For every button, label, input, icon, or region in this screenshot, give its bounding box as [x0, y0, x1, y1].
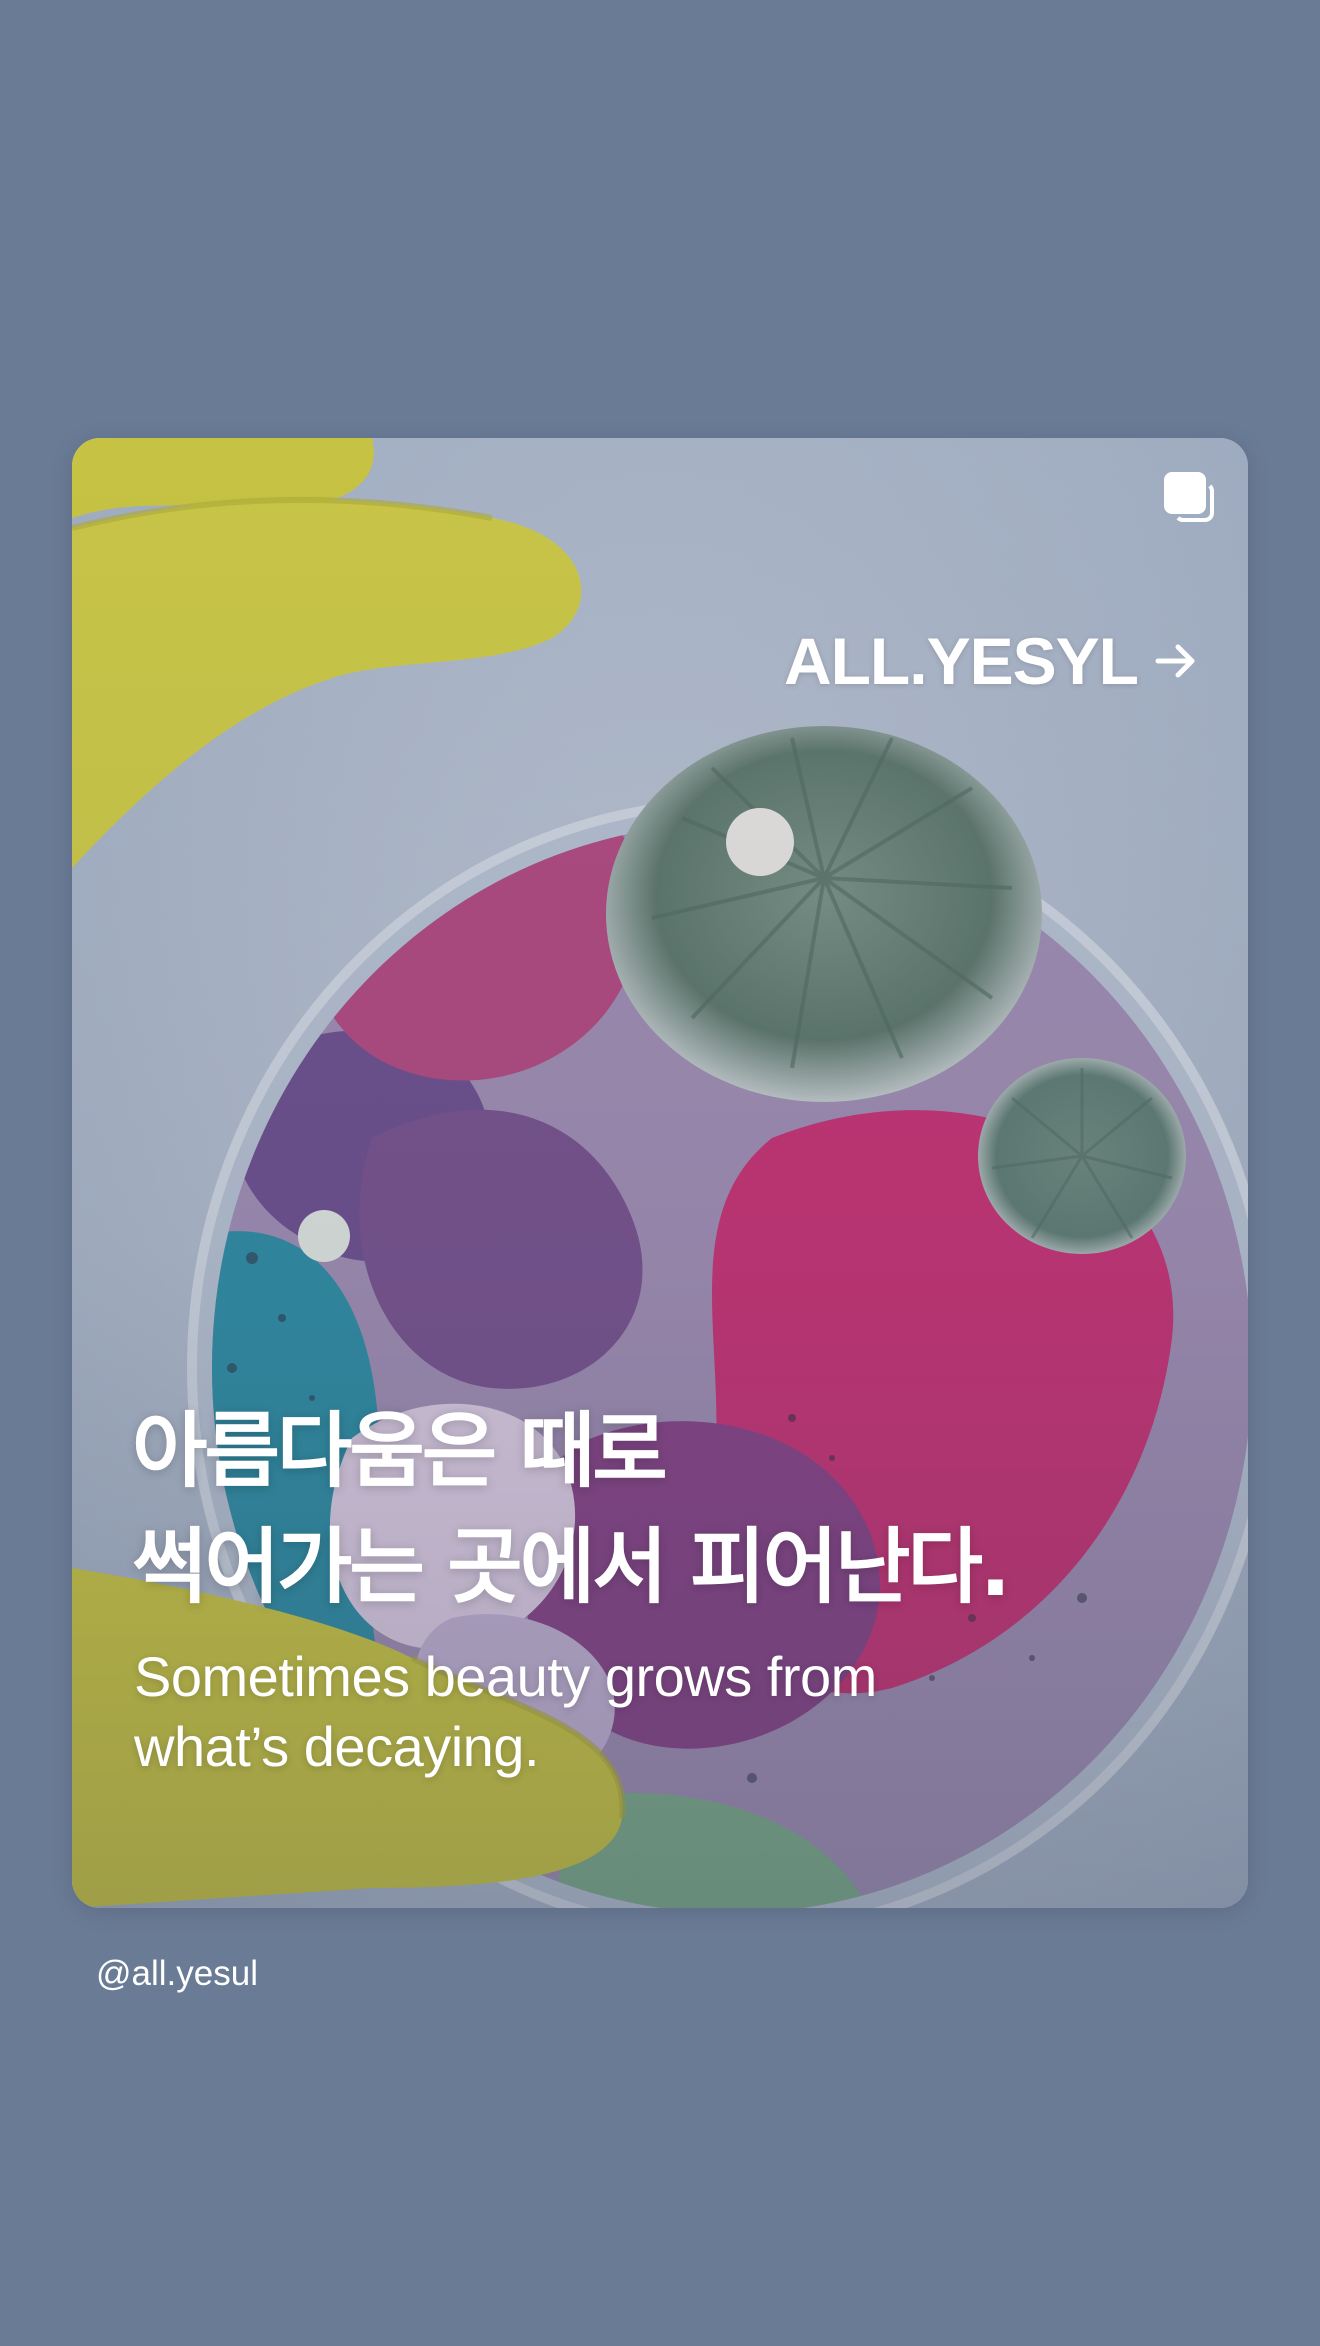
arrow-right-icon [1155, 644, 1195, 678]
headline-line-2: 썩어가는 곳에서 피어난다. [132, 1520, 1011, 1615]
post-card[interactable]: ALL.YESYL 아름다움은 때로 썩어가는 곳에서 피어난다. Someti… [72, 438, 1248, 1908]
brand-link-label: ALL.YESYL [783, 624, 1139, 698]
author-handle[interactable]: @all.yesul [96, 1952, 258, 1996]
subline-line-1: Sometimes beauty grows from [134, 1645, 877, 1708]
brand-link[interactable]: ALL.YESYL [784, 628, 1200, 694]
headline-line-1: 아름다움은 때로 [132, 1404, 668, 1499]
subline-english: Sometimes beauty grows from what’s decay… [134, 1642, 1134, 1782]
story-screen: ALL.YESYL 아름다움은 때로 썩어가는 곳에서 피어난다. Someti… [0, 0, 1320, 2346]
subline-line-2: what’s decaying. [134, 1715, 540, 1778]
carousel-stack-icon [1164, 472, 1214, 522]
headline-korean: 아름다움은 때로 썩어가는 곳에서 피어난다. [132, 1394, 1192, 1626]
